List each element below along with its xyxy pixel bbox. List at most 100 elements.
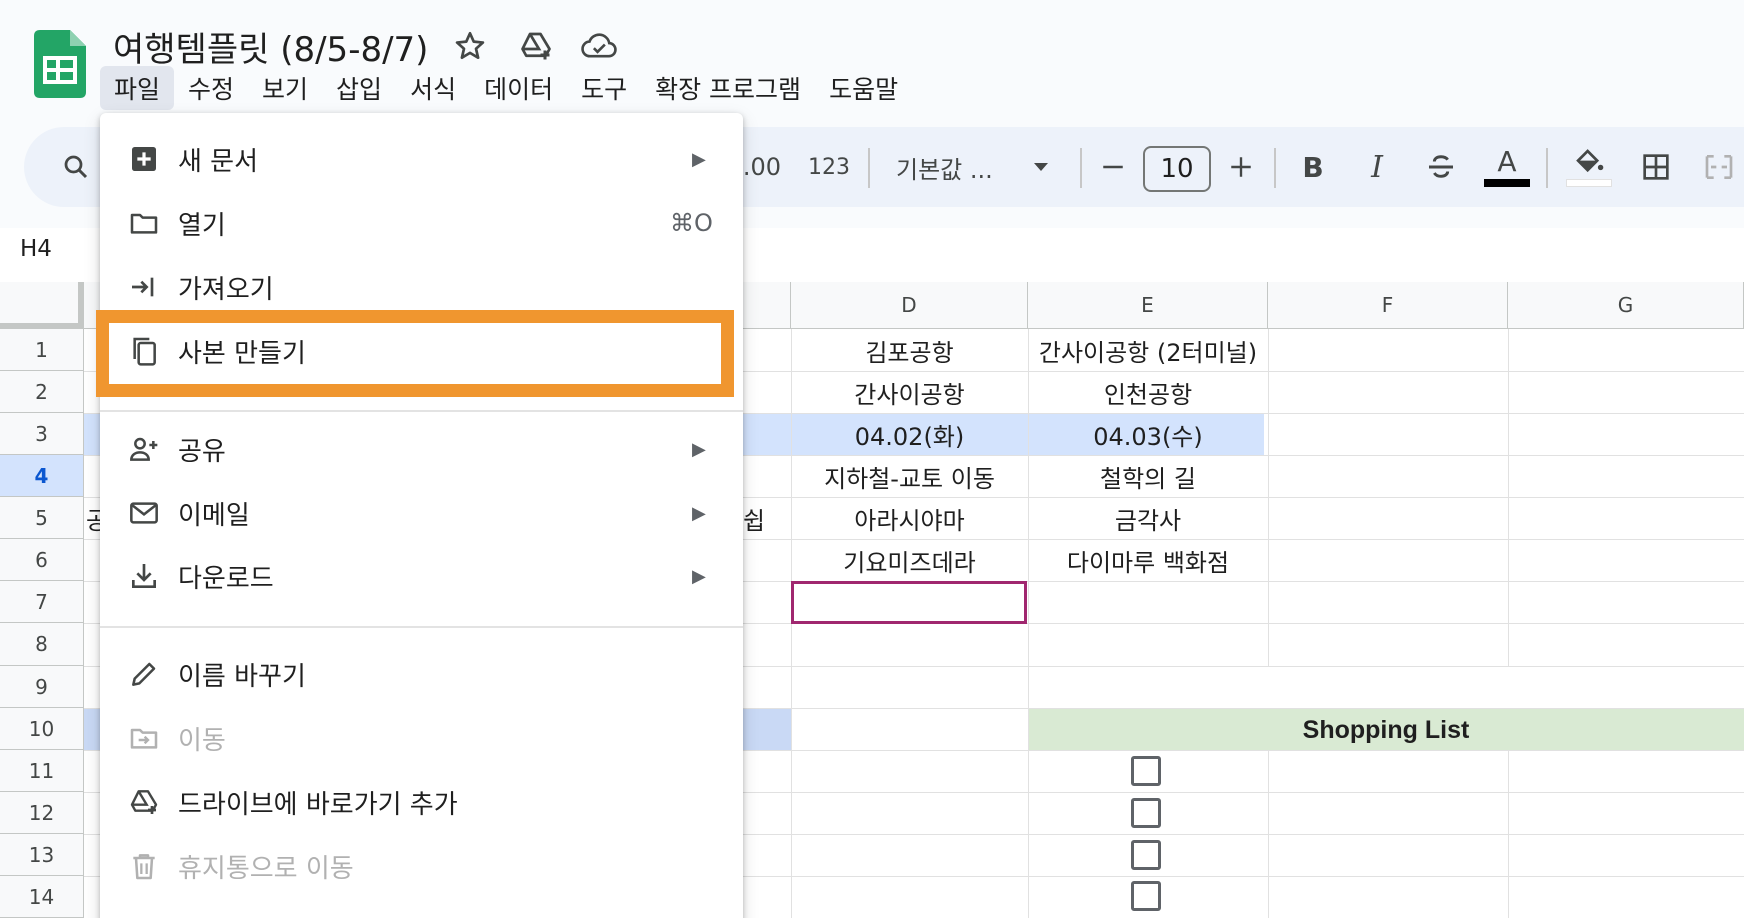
menu-item-label: 공유 — [178, 436, 226, 467]
submenu-arrow-icon: ▶ — [692, 148, 706, 170]
search-menus-icon[interactable] — [56, 127, 96, 207]
row-header-9[interactable]: 9 — [0, 666, 84, 708]
menu-extensions[interactable]: 확장 프로그램 — [641, 66, 815, 110]
document-title[interactable]: 여행템플릿 (8/5-8/7) — [113, 22, 428, 71]
star-icon[interactable] — [452, 28, 488, 64]
menu-item-email[interactable]: 이메일 ▶ — [100, 485, 743, 541]
borders-icon[interactable] — [1638, 127, 1674, 207]
column-header-d[interactable]: D — [791, 282, 1028, 329]
row-header-13[interactable]: 13 — [0, 834, 84, 876]
menu-item-import[interactable]: 가져오기 — [100, 259, 743, 315]
number-format-button[interactable]: 123 — [806, 127, 852, 207]
cell-d2[interactable]: 간사이공항 — [791, 371, 1028, 413]
toolbar-divider — [1546, 148, 1548, 188]
email-icon — [128, 497, 160, 529]
menu-divider — [100, 410, 743, 412]
column-header-f[interactable]: F — [1268, 282, 1508, 329]
cell-e3[interactable]: 04.03(수) — [1028, 413, 1268, 455]
cell-d3[interactable]: 04.02(화) — [791, 413, 1028, 455]
row-header-11[interactable]: 11 — [0, 750, 84, 792]
column-header-e[interactable]: E — [1028, 282, 1268, 329]
cell-d6[interactable]: 기요미즈데라 — [791, 539, 1028, 581]
menu-format[interactable]: 서식 — [396, 66, 470, 110]
cell-e2[interactable]: 인천공항 — [1028, 371, 1268, 413]
download-icon — [128, 560, 160, 592]
cell-a5-partial[interactable]: 공 — [86, 497, 100, 539]
menu-insert[interactable]: 삽입 — [322, 66, 396, 110]
shopping-list-title[interactable]: Shopping List — [1028, 709, 1744, 751]
fill-color-icon[interactable] — [1566, 127, 1612, 207]
submenu-arrow-icon: ▶ — [692, 565, 706, 587]
menu-item-move: 이동 — [100, 710, 743, 766]
row-header-6[interactable]: 6 — [0, 539, 84, 581]
row-header-14[interactable]: 14 — [0, 876, 84, 918]
row-header-8[interactable]: 8 — [0, 623, 84, 666]
menu-view[interactable]: 보기 — [248, 66, 322, 110]
cell-c5-partial[interactable]: 쉽 — [743, 497, 783, 539]
merge-cells-icon[interactable] — [1702, 127, 1742, 207]
strikethrough-icon[interactable] — [1424, 127, 1458, 207]
increase-decimal-button[interactable]: .00 — [742, 127, 782, 207]
menu-item-share[interactable]: 공유 ▶ — [100, 421, 743, 477]
move-folder-icon — [128, 722, 160, 754]
font-family-select[interactable]: 기본값 ... — [896, 127, 1006, 207]
checkbox[interactable] — [1131, 756, 1161, 786]
cell-e4[interactable]: 철학의 길 — [1028, 455, 1268, 497]
select-all-corner[interactable] — [0, 282, 84, 329]
menu-item-rename[interactable]: 이름 바꾸기 — [100, 646, 743, 702]
font-size-input[interactable]: 10 — [1143, 146, 1211, 192]
row-header-2[interactable]: 2 — [0, 371, 84, 413]
increase-font-size-icon[interactable] — [1226, 127, 1256, 207]
cell-d1[interactable]: 김포공항 — [791, 329, 1028, 371]
name-box[interactable]: H4 — [20, 236, 52, 262]
menu-item-new[interactable]: 새 문서 ▶ — [100, 131, 743, 187]
bold-icon[interactable]: B — [1298, 127, 1328, 207]
drive-add-icon[interactable] — [518, 28, 554, 64]
row-header-1[interactable]: 1 — [0, 329, 84, 371]
italic-icon[interactable]: I — [1362, 127, 1392, 207]
menu-item-download[interactable]: 다운로드 ▶ — [100, 548, 743, 604]
column-header-g[interactable]: G — [1508, 282, 1744, 329]
cell-e6[interactable]: 다이마루 백화점 — [1028, 539, 1268, 581]
dropdown-arrow-icon[interactable] — [1030, 127, 1052, 207]
menu-help[interactable]: 도움말 — [815, 66, 912, 110]
row-header-7[interactable]: 7 — [0, 581, 84, 623]
cloud-saved-icon[interactable] — [580, 28, 617, 64]
text-color-icon[interactable]: A — [1484, 127, 1530, 207]
cell-d4[interactable]: 지하철-교토 이동 — [791, 455, 1028, 497]
row-header-3[interactable]: 3 — [0, 413, 84, 455]
sheets-logo[interactable] — [34, 30, 86, 98]
menu-item-label: 다운로드 — [178, 563, 274, 594]
menu-item-label: 새 문서 — [178, 146, 259, 177]
menu-divider — [100, 626, 743, 628]
menu-tools[interactable]: 도구 — [567, 66, 641, 110]
active-cell-selection[interactable] — [791, 581, 1027, 624]
submenu-arrow-icon: ▶ — [692, 502, 706, 524]
checkbox[interactable] — [1131, 798, 1161, 828]
new-doc-icon — [128, 143, 160, 175]
menu-file[interactable]: 파일 — [100, 66, 175, 110]
menu-bar: 파일 수정 보기 삽입 서식 데이터 도구 확장 프로그램 도움말 — [100, 66, 912, 110]
import-icon — [128, 271, 160, 303]
cell-d5[interactable]: 아라시야마 — [791, 497, 1028, 539]
row-header-5[interactable]: 5 — [0, 497, 84, 539]
drive-shortcut-icon — [128, 786, 160, 818]
menu-item-add-shortcut[interactable]: 드라이브에 바로가기 추가 — [100, 774, 743, 830]
cell-e5[interactable]: 금각사 — [1028, 497, 1268, 539]
menu-item-label: 휴지통으로 이동 — [178, 853, 354, 884]
menu-item-label: 이름 바꾸기 — [178, 661, 306, 692]
row-header-12[interactable]: 12 — [0, 792, 84, 834]
decrease-font-size-icon[interactable] — [1098, 127, 1128, 207]
checkbox[interactable] — [1131, 881, 1161, 911]
checkbox[interactable] — [1131, 840, 1161, 870]
row-header-10[interactable]: 10 — [0, 708, 84, 750]
menu-item-open[interactable]: 열기 ⌘O — [100, 195, 743, 251]
toolbar-divider — [868, 148, 870, 188]
row-header-4[interactable]: 4 — [0, 455, 84, 497]
menu-item-trash: 휴지통으로 이동 — [100, 838, 743, 894]
share-person-icon — [128, 433, 160, 465]
menu-edit[interactable]: 수정 — [174, 66, 248, 110]
cell-e1[interactable]: 간사이공항 (2터미널) — [1028, 329, 1268, 371]
toolbar-divider — [1274, 148, 1276, 188]
menu-data[interactable]: 데이터 — [470, 66, 567, 110]
